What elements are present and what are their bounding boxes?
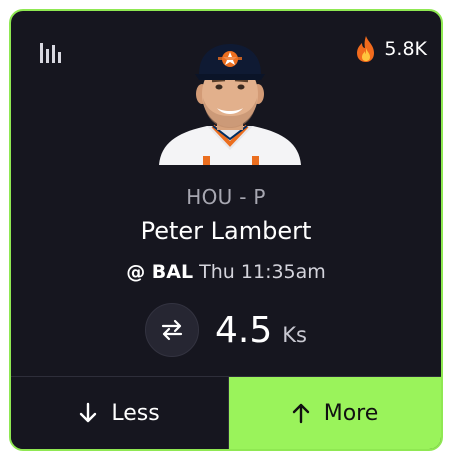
swap-button[interactable] <box>145 303 199 357</box>
trending-count: 5.8K <box>354 35 427 63</box>
arrow-up-icon <box>292 403 309 424</box>
less-button[interactable]: Less <box>11 377 229 449</box>
game-time: Thu 11:35am <box>199 261 326 283</box>
swap-icon <box>161 319 183 341</box>
player-headshot <box>159 44 301 165</box>
less-label: Less <box>111 400 160 426</box>
trending-count-label: 5.8K <box>384 38 427 60</box>
fire-icon <box>357 36 375 62</box>
opponent: @ BAL <box>126 261 194 283</box>
bar-chart-icon[interactable] <box>39 41 63 63</box>
matchup-info: @ BAL Thu 11:35am <box>11 261 441 283</box>
player-name: Peter Lambert <box>140 217 312 245</box>
player-prop-card[interactable]: 5.8K HOU - P Peter Lambert @ BAL Thu 11:… <box>9 9 443 451</box>
line-value-group: 4.5 Ks <box>215 310 307 351</box>
more-button[interactable]: More <box>229 377 441 449</box>
line-value: 4.5 <box>215 309 273 351</box>
arrow-down-icon <box>80 402 97 423</box>
line-unit: Ks <box>282 322 307 347</box>
pick-actions: Less More <box>11 376 441 449</box>
prop-line: 4.5 Ks <box>11 303 441 357</box>
more-label: More <box>323 400 379 426</box>
team-position: HOU - P <box>186 185 266 209</box>
